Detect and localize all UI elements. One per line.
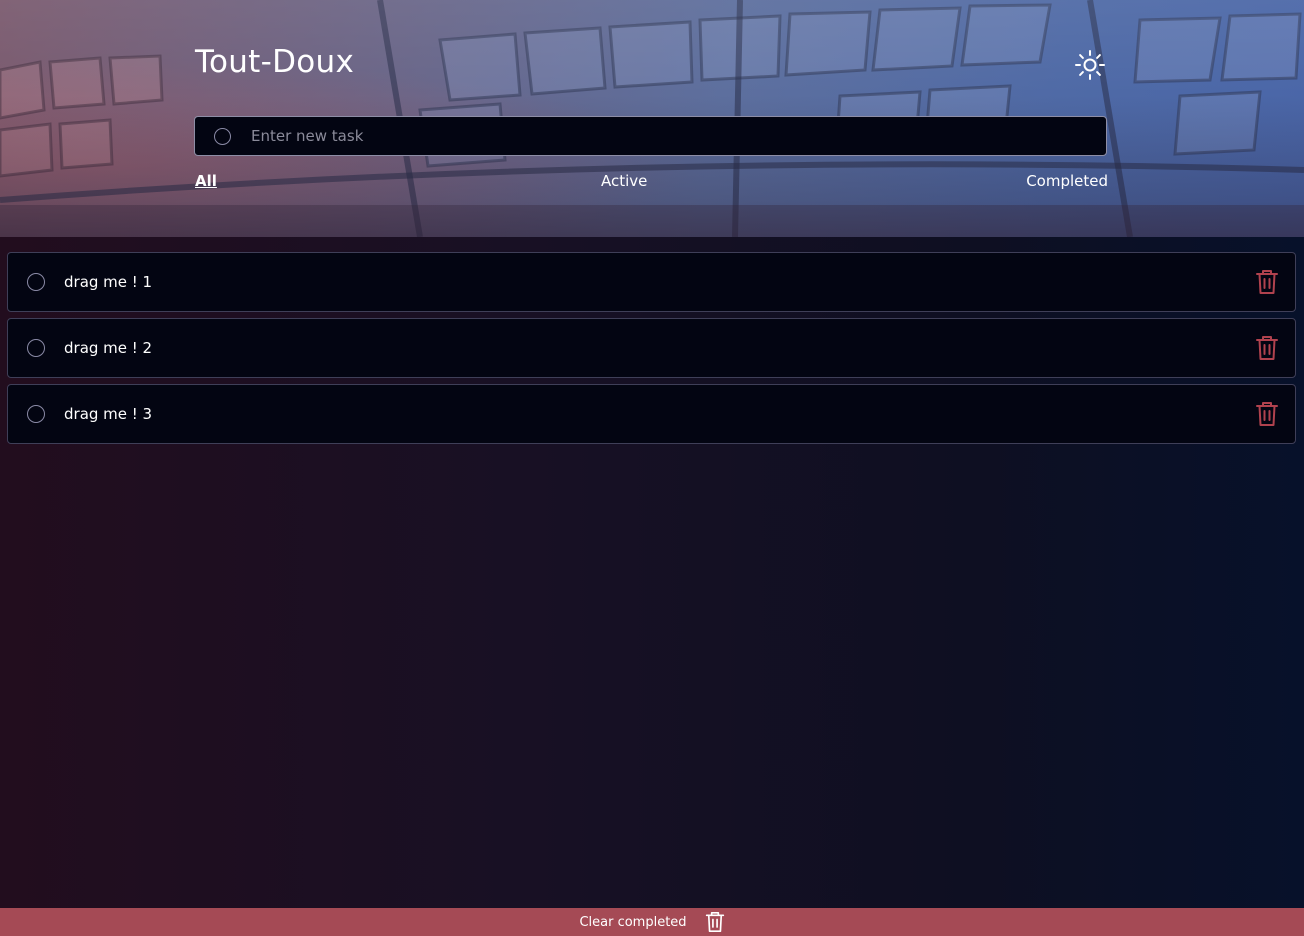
trash-icon[interactable] [1255,335,1279,361]
filter-completed[interactable]: Completed [1026,172,1108,190]
task-text: drag me ! 2 [64,339,153,357]
task-list: drag me ! 1 drag me ! 2 drag me ! 3 [7,252,1296,450]
filter-active[interactable]: Active [601,172,647,190]
trash-icon[interactable] [1255,269,1279,295]
header-banner: Tout-Doux All Active Completed [0,0,1304,237]
task-complete-toggle[interactable] [27,405,45,423]
trash-icon[interactable] [1255,401,1279,427]
new-task-input[interactable] [251,117,1091,155]
filter-all[interactable]: All [195,172,217,190]
app-title: Tout-Doux [195,44,355,80]
task-text: drag me ! 1 [64,273,153,291]
filter-bar: All Active Completed [195,172,1108,192]
new-task-circle-icon [214,128,231,145]
new-task-box [194,116,1107,156]
theme-toggle-button[interactable] [1072,47,1108,83]
clear-completed-label: Clear completed [579,914,687,930]
task-item[interactable]: drag me ! 1 [7,252,1296,312]
trash-icon [705,911,724,932]
task-complete-toggle[interactable] [27,339,45,357]
task-complete-toggle[interactable] [27,273,45,291]
clear-completed-button[interactable]: Clear completed [0,908,1304,936]
task-text: drag me ! 3 [64,405,153,423]
task-item[interactable]: drag me ! 2 [7,318,1296,378]
sun-icon [1075,50,1105,80]
task-item[interactable]: drag me ! 3 [7,384,1296,444]
